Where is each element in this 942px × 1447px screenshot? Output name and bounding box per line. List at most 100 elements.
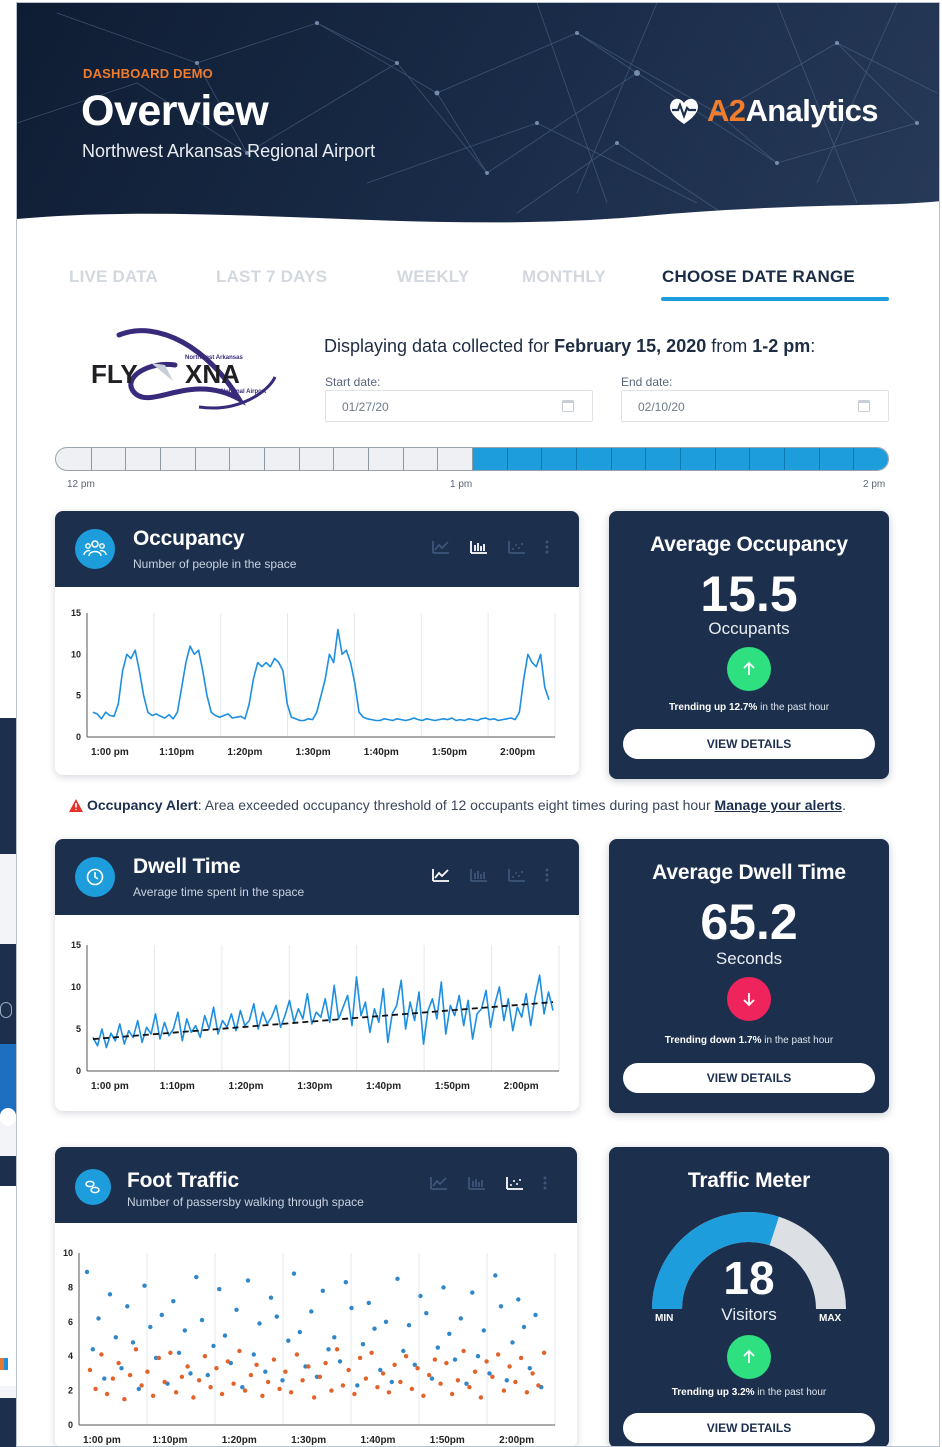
scatter-point-orange: [110, 1376, 116, 1381]
slider-segment-divider: [90, 448, 92, 470]
trend-down-badge: [727, 977, 771, 1021]
more-vertical-icon[interactable]: [545, 867, 549, 883]
people-icon: [75, 529, 115, 569]
scatter-point-orange: [260, 1393, 265, 1398]
scatter-point-blue: [378, 1367, 383, 1373]
slider-label-end: 2 pm: [863, 479, 886, 490]
scatter-point-orange: [478, 1395, 484, 1400]
scatter-chart-icon[interactable]: [507, 867, 527, 883]
scatter-point-orange: [340, 1383, 346, 1388]
end-date-field[interactable]: 02/10/20: [621, 390, 889, 422]
tab-live-data[interactable]: LIVE DATA: [69, 267, 158, 287]
scatter-point-orange: [87, 1367, 93, 1373]
scatter-point-blue: [412, 1362, 417, 1367]
x-tick-label: 1:10pm: [152, 1435, 187, 1446]
tab-last-7-days[interactable]: LAST 7 DAYS: [216, 267, 327, 287]
line-chart-icon[interactable]: [429, 1175, 449, 1191]
scatter-point-orange: [202, 1354, 208, 1359]
line-chart-icon[interactable]: [431, 867, 451, 883]
line-chart-icon[interactable]: [431, 539, 451, 555]
scatter-point-orange: [398, 1379, 403, 1385]
more-vertical-icon[interactable]: [543, 1175, 547, 1191]
slider-segment-divider: [472, 448, 473, 470]
scatter-point-orange: [294, 1352, 300, 1357]
bar-chart-icon[interactable]: [469, 867, 489, 883]
scatter-point-orange: [472, 1369, 478, 1374]
scatter-point-orange: [380, 1371, 386, 1376]
scatter-point-orange: [306, 1364, 311, 1369]
scatter-point-orange: [461, 1348, 466, 1354]
scatter-point-orange: [122, 1397, 127, 1402]
slider-segment-divider: [194, 448, 196, 470]
scatter-point-orange: [283, 1369, 288, 1374]
time-range-slider[interactable]: [55, 447, 889, 471]
scatter-point-orange: [513, 1379, 518, 1385]
slider-segment-divider: [298, 448, 300, 470]
chart-type-toolbar: [431, 539, 549, 555]
scatter-point-blue: [205, 1372, 210, 1378]
scatter-point-blue: [119, 1366, 124, 1371]
x-tick-label: 2:00pm: [500, 747, 535, 758]
manage-alerts-link[interactable]: Manage your alerts: [715, 797, 843, 813]
x-tick-label: 1:50pm: [430, 1435, 465, 1446]
y-tick-label: 10: [71, 649, 81, 659]
scatter-point-blue: [107, 1292, 113, 1297]
tab-choose-date-range[interactable]: CHOOSE DATE RANGE: [662, 267, 855, 287]
slider-segment-divider: [229, 448, 231, 470]
arrow-down-icon: [743, 993, 755, 1007]
x-tick-label: 1:00 pm: [91, 747, 129, 758]
stat-title: Average Dwell Time: [652, 861, 846, 884]
slider-segment-divider: [368, 448, 369, 470]
slider-label-mid: 1 pm: [450, 479, 473, 490]
y-tick-label: 5: [76, 691, 81, 701]
scatter-point-blue: [320, 1288, 325, 1293]
view-details-button[interactable]: VIEW DETAILS: [623, 729, 875, 759]
scatter-point-blue: [383, 1319, 389, 1324]
scatter-point-blue: [424, 1311, 429, 1316]
page-title: Overview: [81, 87, 269, 135]
scatter-point-blue: [401, 1348, 406, 1354]
scatter-point-blue: [498, 1304, 504, 1309]
slider-segment-divider: [541, 448, 543, 470]
stat-unit: Occupants: [708, 619, 790, 638]
scatter-point-orange: [145, 1369, 150, 1374]
tab-weekly[interactable]: WEEKLY: [397, 267, 469, 287]
view-details-button[interactable]: VIEW DETAILS: [623, 1063, 875, 1093]
view-details-button[interactable]: VIEW DETAILS: [623, 1413, 875, 1443]
scatter-point-orange: [484, 1359, 489, 1364]
scatter-point-orange: [438, 1381, 443, 1386]
scatter-point-blue: [240, 1385, 245, 1390]
scatter-chart-icon[interactable]: [505, 1175, 525, 1191]
calendar-icon[interactable]: [858, 400, 870, 412]
start-date-field[interactable]: 01/27/20: [325, 390, 593, 422]
scatter-point-orange: [139, 1383, 144, 1388]
scatter-point-blue: [251, 1352, 256, 1357]
scatter-point-blue: [343, 1280, 348, 1285]
scatter-point-orange: [352, 1391, 357, 1397]
scatter-point-orange: [168, 1350, 173, 1355]
foot-traffic-card: Foot Traffic Number of passersby walking…: [55, 1147, 577, 1446]
x-tick-label: 1:50pm: [432, 747, 467, 758]
scatter-point-blue: [257, 1321, 262, 1326]
scatter-point-orange: [242, 1388, 248, 1393]
slider-segment-divider: [749, 448, 751, 470]
bar-chart-icon[interactable]: [467, 1175, 487, 1191]
scatter-chart-icon[interactable]: [507, 539, 527, 555]
tab-monthly[interactable]: MONTHLY: [522, 267, 606, 287]
scatter-point-orange: [495, 1352, 501, 1357]
dwell-time-subtitle: Average time spent in the space: [133, 885, 305, 899]
scatter-point-blue: [429, 1376, 435, 1381]
more-vertical-icon[interactable]: [545, 539, 549, 555]
chart-type-toolbar: [431, 867, 549, 883]
hero-banner: DASHBOARD DEMO Overview Northwest Arkans…: [17, 3, 939, 239]
arrow-up-icon: [743, 661, 755, 675]
scatter-point-blue: [148, 1324, 153, 1330]
trend-text: Trending up 12.7% in the past hour: [668, 702, 830, 713]
bar-chart-icon[interactable]: [469, 539, 489, 555]
occupancy-chart: 0 5 10 15 1:00 pm 1:10pm 1:20pm 1:30pm 1:40pm 1:5…: [71, 608, 556, 758]
calendar-icon[interactable]: [562, 400, 574, 412]
scatter-point-blue: [280, 1378, 285, 1383]
dwell-time-chart: 0 5 10 15 1:00 pm 1:10pm 1:20pm 1:30pm 1:40pm 1:5…: [71, 940, 560, 1092]
warning-icon: [69, 798, 83, 812]
scatter-point-blue: [102, 1376, 107, 1381]
